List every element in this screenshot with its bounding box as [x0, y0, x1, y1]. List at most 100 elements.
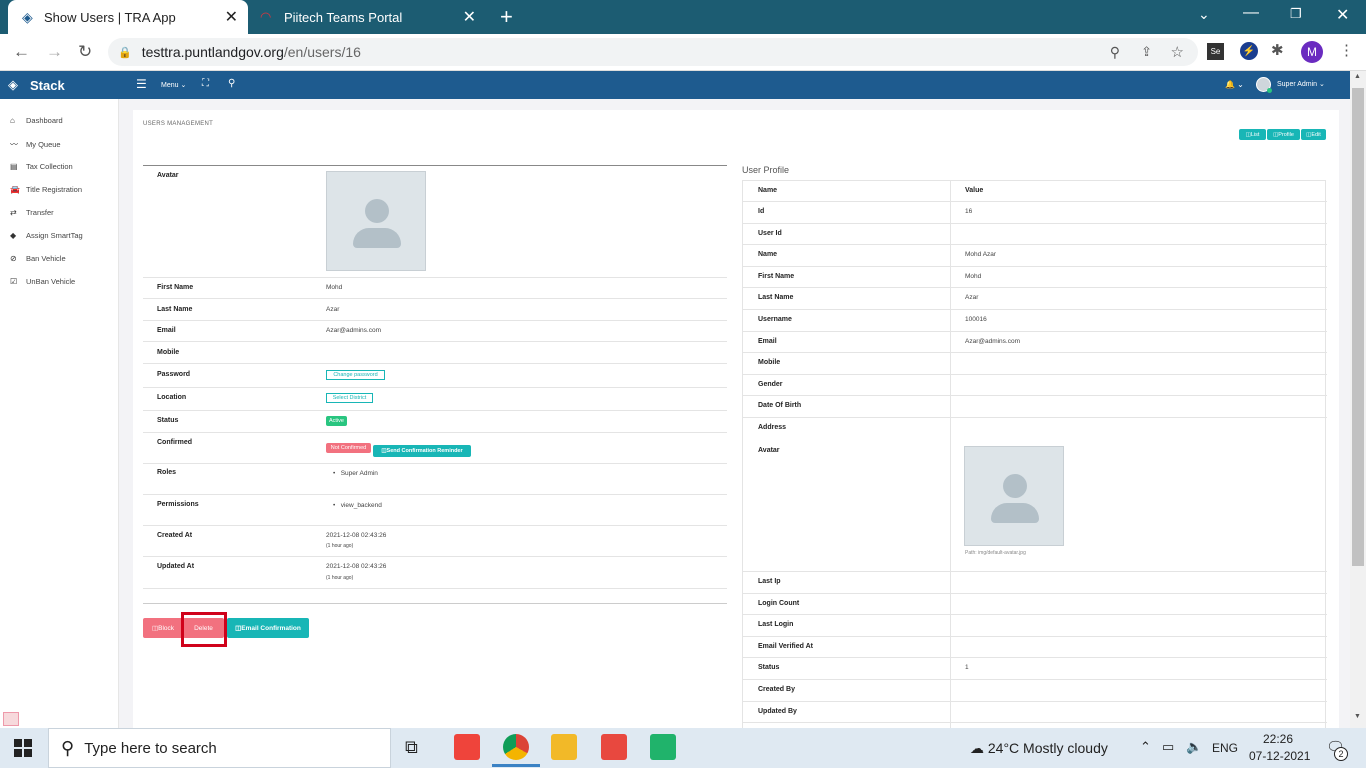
- address-bar[interactable]: 🔒 testtra.puntlandgov.org/en/users/16 ⚲ …: [108, 38, 1198, 66]
- stack-favicon-icon: ◈: [22, 8, 33, 25]
- share-icon[interactable]: ⇪: [1141, 44, 1152, 60]
- sidebar-item-my-queue[interactable]: 〰 My Queue: [10, 139, 61, 150]
- browser-menu-icon[interactable]: ⋮: [1339, 41, 1354, 59]
- row-divider: [743, 722, 1327, 724]
- profile-row-name: Status: [758, 664, 780, 672]
- email-confirmation-button[interactable]: ◫ Email Confirmation: [227, 618, 309, 638]
- anydesk-app-icon[interactable]: [454, 734, 480, 760]
- permissions-list-item: • view_backend: [333, 502, 382, 509]
- windows-start-icon[interactable]: [14, 739, 32, 757]
- clock-time[interactable]: 22:26: [1263, 732, 1293, 746]
- menu-dropdown[interactable]: Menu ⌄: [161, 81, 186, 89]
- back-icon[interactable]: ←: [13, 42, 30, 62]
- task-view-icon[interactable]: ⧉: [405, 737, 418, 758]
- close-window-icon[interactable]: ✕: [1336, 5, 1349, 25]
- list-button[interactable]: ◫ List: [1239, 129, 1266, 140]
- row-divider: [743, 287, 1327, 289]
- wps-office-app-icon[interactable]: [601, 734, 627, 760]
- hamburger-icon[interactable]: ☰: [136, 77, 147, 91]
- fullscreen-icon[interactable]: ⛶: [202, 78, 209, 89]
- profile-avatar[interactable]: M: [1301, 41, 1323, 63]
- row-divider: [743, 657, 1327, 659]
- sidebar-item-label: Ban Vehicle: [26, 254, 66, 263]
- file-explorer-app-icon[interactable]: [551, 734, 577, 760]
- notification-count-badge: 2: [1334, 747, 1348, 761]
- restore-icon[interactable]: ❐: [1290, 6, 1302, 22]
- sidebar-item-unban-vehicle[interactable]: ☑ UnBan Vehicle: [10, 277, 75, 286]
- sidebar-item-assign-smarttag[interactable]: ◆ Assign SmartTag: [10, 231, 83, 240]
- clock-date[interactable]: 07-12-2021: [1249, 749, 1310, 763]
- block-button[interactable]: ◫ Block: [143, 618, 183, 638]
- permission-value: view_backend: [340, 502, 382, 509]
- close-tab-icon[interactable]: ✕: [225, 7, 238, 27]
- sidebar-item-transfer[interactable]: ⇄ Transfer: [10, 208, 54, 217]
- check-square-icon: ☑: [10, 277, 18, 286]
- close-tab-icon[interactable]: ✕: [463, 7, 476, 27]
- selenium-extension-icon[interactable]: Se: [1207, 43, 1224, 60]
- confirmed-label: Confirmed: [157, 439, 192, 446]
- last-name-label: Last Name: [157, 306, 193, 313]
- profile-label: Profile: [1278, 131, 1294, 138]
- wps-spreadsheet-app-icon[interactable]: [650, 734, 676, 760]
- app-header: ◈ Stack ☰ Menu ⌄ ⛶ ⚲ 🔔 ⌄ Super Admin ⌄: [0, 71, 1350, 99]
- change-password-button[interactable]: Change password: [326, 370, 385, 380]
- row-divider: [743, 309, 1327, 310]
- profile-row-value: 1: [965, 664, 969, 672]
- minimize-icon[interactable]: —: [1243, 4, 1259, 22]
- profile-header-value: Value: [965, 187, 984, 194]
- reload-icon[interactable]: ↻: [78, 42, 92, 62]
- profile-row-value: Mohd Azar: [965, 251, 997, 259]
- chrome-app-icon[interactable]: [503, 734, 529, 760]
- weather-widget[interactable]: ☁ 24°C Mostly cloudy: [970, 740, 1108, 757]
- email-value: Azar@admins.com: [326, 327, 382, 334]
- send-confirmation-reminder-button[interactable]: ◫ Send Confirmation Reminder: [373, 445, 471, 457]
- edit-button[interactable]: ◫ Edit: [1301, 129, 1326, 140]
- sidebar-item-title-registration[interactable]: 🚘 Title Registration: [10, 185, 82, 194]
- sidebar-item-dashboard[interactable]: ⌂ Dashboard: [10, 116, 63, 125]
- battery-icon[interactable]: ▭: [1162, 739, 1174, 755]
- profile-row-name: Gender: [758, 380, 783, 388]
- actions-divider: [143, 603, 727, 604]
- email-confirmation-label: Email Confirmation: [241, 624, 301, 632]
- tab-piitech[interactable]: ◠ Piitech Teams Portal ✕: [250, 0, 486, 34]
- zoom-icon[interactable]: ⚲: [1110, 44, 1120, 61]
- browser-tab-bar: ◈ Show Users | TRA App ✕ ◠ Piitech Teams…: [0, 0, 1366, 34]
- language-indicator[interactable]: ENG: [1212, 741, 1238, 755]
- sidebar-item-tax-collection[interactable]: ▤ Tax Collection: [10, 162, 73, 171]
- new-tab-icon[interactable]: +: [500, 4, 513, 30]
- first-name-label: First Name: [157, 284, 194, 291]
- scroll-thumb[interactable]: [1352, 88, 1364, 566]
- row-divider: [743, 592, 1327, 594]
- weather-text: 24°C Mostly cloudy: [987, 740, 1108, 756]
- user-menu[interactable]: Super Admin ⌄: [1277, 80, 1325, 88]
- mobile-label: Mobile: [157, 349, 180, 356]
- scroll-down-icon[interactable]: ▼: [1354, 713, 1361, 720]
- browser-toolbar: ← → ↻ 🔒 testtra.puntlandgov.org/en/users…: [0, 34, 1366, 71]
- tab-search-icon[interactable]: ⌄: [1198, 6, 1210, 23]
- bolt-extension-icon[interactable]: ⚡: [1240, 42, 1258, 60]
- location-label: Location: [157, 394, 187, 401]
- tab-show-users[interactable]: ◈ Show Users | TRA App ✕: [8, 0, 248, 34]
- corner-widget-icon[interactable]: [3, 712, 19, 726]
- row-divider: [743, 373, 1327, 375]
- home-icon: ⌂: [10, 116, 15, 125]
- brand-name[interactable]: Stack: [30, 78, 65, 93]
- avatar-body: [353, 228, 401, 248]
- profile-button[interactable]: ◫ Profile: [1267, 129, 1300, 140]
- not-confirmed-badge: Not Confirmed: [326, 443, 371, 453]
- select-district-button[interactable]: Select District: [326, 393, 373, 403]
- forward-icon[interactable]: →: [46, 42, 63, 62]
- taskbar-search[interactable]: ⚲ Type here to search: [48, 728, 391, 768]
- sidebar-item-ban-vehicle[interactable]: ⊘ Ban Vehicle: [10, 254, 66, 263]
- show-hidden-icons[interactable]: ⌃: [1140, 739, 1151, 755]
- windows-taskbar: ⚲ Type here to search ⧉ ☁ 24°C Mostly cl…: [0, 728, 1366, 768]
- bookmark-star-icon[interactable]: ☆: [1171, 43, 1184, 61]
- search-icon[interactable]: ⚲: [228, 78, 235, 89]
- scroll-up-icon[interactable]: ▲: [1354, 73, 1361, 80]
- online-status-dot: [1267, 88, 1272, 93]
- page-scrollbar[interactable]: ▲ ▼: [1350, 71, 1366, 728]
- extensions-puzzle-icon[interactable]: ✱: [1271, 41, 1284, 59]
- volume-muted-icon[interactable]: 🔈: [1186, 739, 1202, 755]
- tab-title: Piitech Teams Portal: [284, 9, 403, 25]
- notification-bell-icon[interactable]: 🔔 ⌄: [1225, 80, 1244, 89]
